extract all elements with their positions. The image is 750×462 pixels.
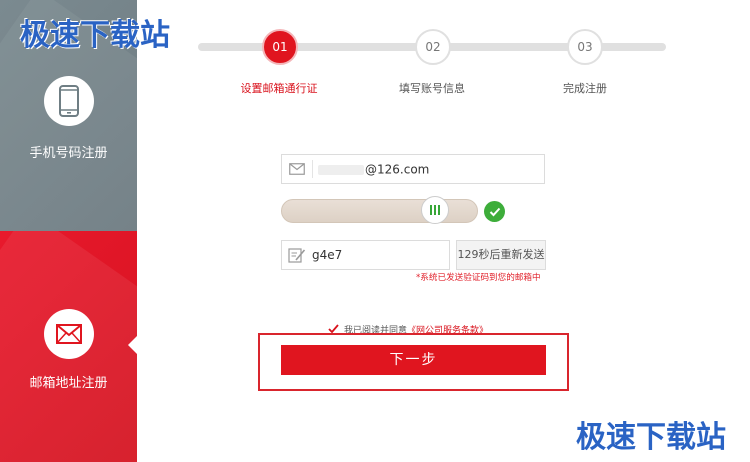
highlight-box bbox=[258, 333, 569, 391]
email-value: @126.com bbox=[318, 155, 429, 184]
verified-check-icon bbox=[484, 201, 505, 222]
email-masked-part bbox=[318, 164, 364, 175]
registration-page: 手机号码注册 邮箱地址注册 极速下载站 01 02 03 设置邮箱通行证 填写账… bbox=[0, 0, 750, 462]
phone-icon bbox=[59, 85, 79, 117]
email-field[interactable]: @126.com bbox=[281, 154, 545, 184]
sidebar-item-email-register[interactable]: 邮箱地址注册 bbox=[0, 231, 137, 462]
watermark-bottom: 极速下载站 bbox=[576, 420, 726, 455]
envelope-icon bbox=[56, 324, 82, 344]
verification-code-field[interactable]: g4e7 bbox=[281, 240, 450, 270]
registration-sidebar: 手机号码注册 邮箱地址注册 bbox=[0, 0, 137, 462]
verification-code-value: g4e7 bbox=[312, 248, 343, 262]
envelope-icon-circle bbox=[44, 309, 94, 359]
slider-handle[interactable] bbox=[421, 196, 449, 224]
field-divider bbox=[312, 160, 313, 178]
step-1-number: 01 bbox=[262, 29, 298, 65]
step-3: 03 bbox=[567, 29, 603, 65]
phone-icon-circle bbox=[44, 76, 94, 126]
step-3-label: 完成注册 bbox=[563, 82, 607, 95]
resend-code-button[interactable]: 129秒后重新发送 bbox=[456, 240, 546, 270]
sidebar-item-phone-label: 手机号码注册 bbox=[29, 146, 108, 161]
grip-icon bbox=[430, 205, 440, 215]
sidebar-item-email-label: 邮箱地址注册 bbox=[29, 376, 108, 391]
step-2-number: 02 bbox=[415, 29, 451, 65]
envelope-outline-icon bbox=[282, 155, 312, 183]
email-suffix: @126.com bbox=[365, 162, 430, 177]
step-3-number: 03 bbox=[567, 29, 603, 65]
watermark-top: 极速下载站 bbox=[20, 18, 170, 53]
step-2-label: 填写账号信息 bbox=[399, 82, 465, 95]
step-1: 01 bbox=[262, 29, 298, 65]
code-sent-note: *系统已发送验证码到您的邮箱中 bbox=[416, 273, 541, 283]
step-2: 02 bbox=[415, 29, 451, 65]
step-1-label: 设置邮箱通行证 bbox=[240, 82, 318, 95]
edit-form-icon bbox=[282, 241, 312, 269]
